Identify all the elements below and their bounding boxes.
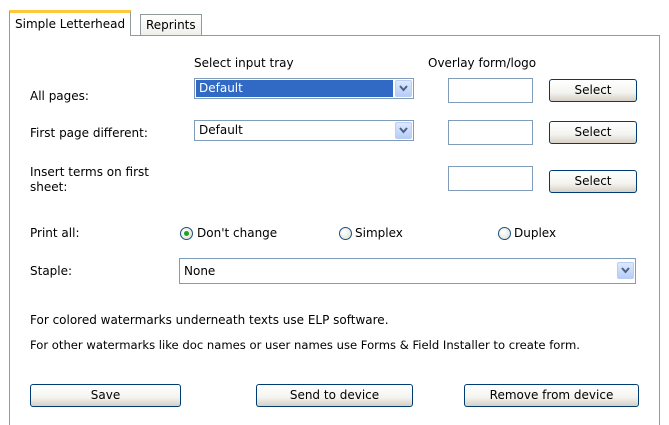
first-page-overlay-field[interactable] (448, 120, 533, 145)
insert-terms-label: Insert terms on first (30, 165, 150, 179)
first-page-label: First page different: (30, 126, 148, 140)
tab-reprints[interactable]: Reprints (140, 14, 202, 35)
all-pages-label: All pages: (30, 89, 89, 103)
insert-terms-label-line2: sheet: (30, 180, 68, 194)
first-page-select-button[interactable]: Select (549, 121, 637, 144)
radio-duplex-label[interactable]: Duplex (514, 226, 556, 240)
all-pages-select-button[interactable]: Select (549, 79, 637, 102)
staple-label: Staple: (30, 264, 73, 278)
remove-from-device-button[interactable]: Remove from device (464, 384, 639, 407)
chevron-down-icon[interactable] (395, 122, 412, 139)
radio-simplex-label[interactable]: Simplex (355, 226, 403, 240)
save-button[interactable]: Save (30, 384, 181, 407)
all-pages-tray-value: Default (196, 80, 393, 97)
radio-selected-dot (184, 231, 189, 236)
first-page-tray-select[interactable]: Default (194, 120, 414, 141)
tab-simple-letterhead[interactable]: Simple Letterhead (9, 10, 132, 36)
all-pages-tray-select[interactable]: Default (194, 78, 414, 99)
print-all-label: Print all: (30, 226, 80, 240)
radio-dont-change[interactable] (180, 227, 193, 240)
radio-duplex[interactable] (498, 227, 511, 240)
all-pages-overlay-field[interactable] (448, 78, 533, 103)
insert-terms-overlay-field[interactable] (448, 166, 533, 191)
radio-simplex[interactable] (339, 227, 352, 240)
note-other-watermarks: For other watermarks like doc names or u… (30, 338, 580, 352)
chevron-down-icon[interactable] (395, 80, 412, 97)
send-to-device-button[interactable]: Send to device (256, 384, 413, 407)
overlay-header: Overlay form/logo (428, 56, 537, 70)
chevron-down-icon[interactable] (617, 262, 634, 279)
staple-value: None (184, 264, 216, 278)
input-tray-header: Select input tray (194, 56, 294, 70)
note-colored-watermarks: For colored watermarks underneath texts … (30, 313, 389, 327)
radio-dont-change-label[interactable]: Don't change (197, 226, 277, 240)
staple-select[interactable]: None (179, 258, 636, 284)
first-page-tray-value: Default (199, 123, 243, 137)
insert-terms-select-button[interactable]: Select (549, 170, 637, 193)
